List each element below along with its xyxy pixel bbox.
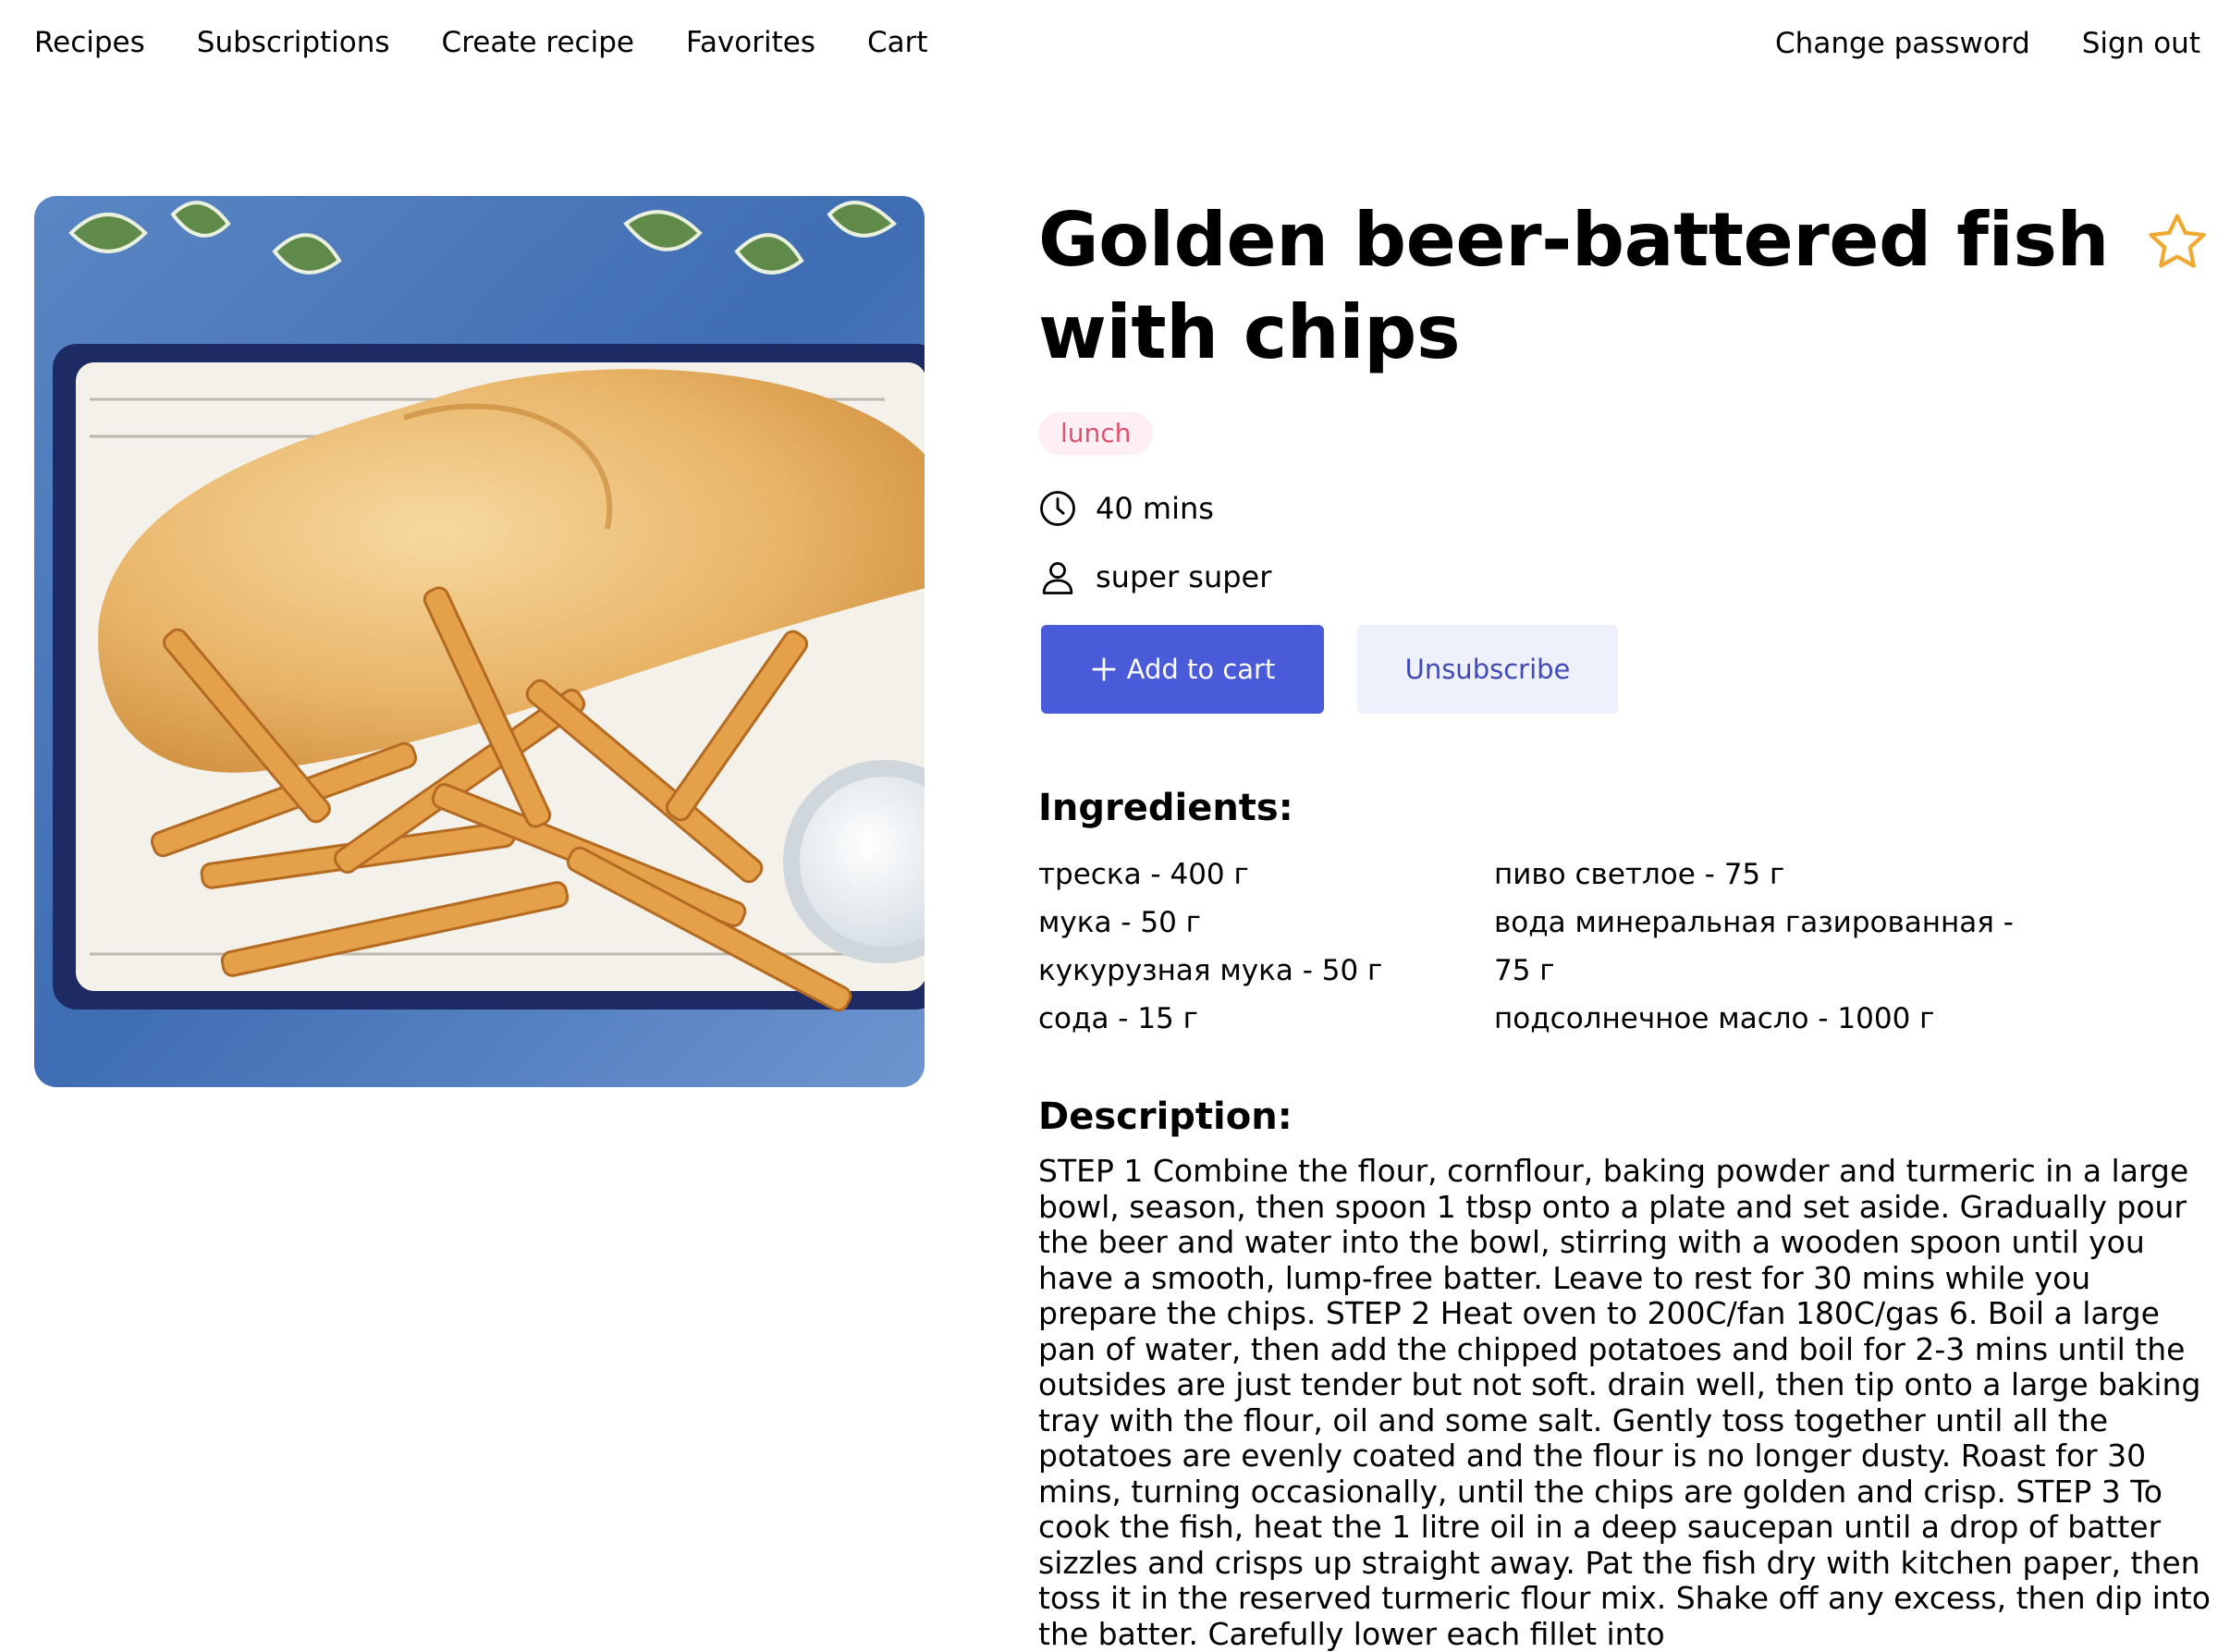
author: super super [1038,557,2203,597]
nav-change-password[interactable]: Change password [1775,23,2030,64]
cook-time-text: 40 mins [1096,491,1214,526]
unsubscribe-button[interactable]: Unsubscribe [1357,625,1618,714]
recipe-tag[interactable]: lunch [1038,412,1154,455]
nav-sign-out[interactable]: Sign out [2082,23,2200,64]
ingredient-item: сода - 15 г [1038,1002,1198,1035]
ingredient-item: пиво светлое - 75 г [1494,858,1785,891]
ingredient-item: подсолнечное масло - 1000 г [1494,1002,1935,1035]
nav-recipes[interactable]: Recipes [34,22,145,63]
clock-icon [1040,491,1075,526]
recipe-detail: Golden beer-battered fish with chips lun… [1038,194,2211,1652]
star-outline-icon[interactable] [2144,209,2211,275]
main-nav: Recipes Subscriptions Create recipe Favo… [34,22,928,63]
ingredients-column-2: пиво светлое - 75 г вода минеральная газ… [1494,850,2049,1043]
description-text: STEP 1 Combine the flour, cornflour, bak… [1038,1153,2211,1652]
cook-time: 40 mins [1038,488,2203,529]
plus-icon [1092,657,1116,681]
author-name[interactable]: super super [1096,557,1271,597]
nav-cart[interactable]: Cart [867,22,928,63]
ingredients-column-1: треска - 400 г мука - 50 г кукурузная му… [1038,850,1494,1043]
add-to-cart-label: Add to cart [1126,654,1276,685]
nav-favorites[interactable]: Favorites [686,22,815,63]
user-icon [1042,562,1073,594]
action-buttons: Add to cart Unsubscribe [1041,625,2203,714]
recipe-image [34,196,925,1087]
add-to-cart-button[interactable]: Add to cart [1041,625,1324,714]
ingredient-item: треска - 400 г [1038,858,1249,891]
ingredient-item: мука - 50 г [1038,906,1201,939]
account-nav: Change password Sign out [1775,23,2200,64]
ingredients-list: треска - 400 г мука - 50 г кукурузная му… [1038,850,2203,1043]
ingredient-item: кукурузная мука - 50 г [1038,954,1383,987]
nav-subscriptions[interactable]: Subscriptions [197,22,390,63]
nav-create-recipe[interactable]: Create recipe [442,22,634,63]
ingredient-item: вода минеральная газированная - 75 г [1494,906,2014,987]
top-nav: Recipes Subscriptions Create recipe Favo… [0,0,2230,89]
ingredients-heading: Ingredients: [1038,787,1293,829]
recipe-title: Golden beer-battered fish with chips [1038,197,2109,375]
description-heading: Description: [1038,1095,1293,1138]
